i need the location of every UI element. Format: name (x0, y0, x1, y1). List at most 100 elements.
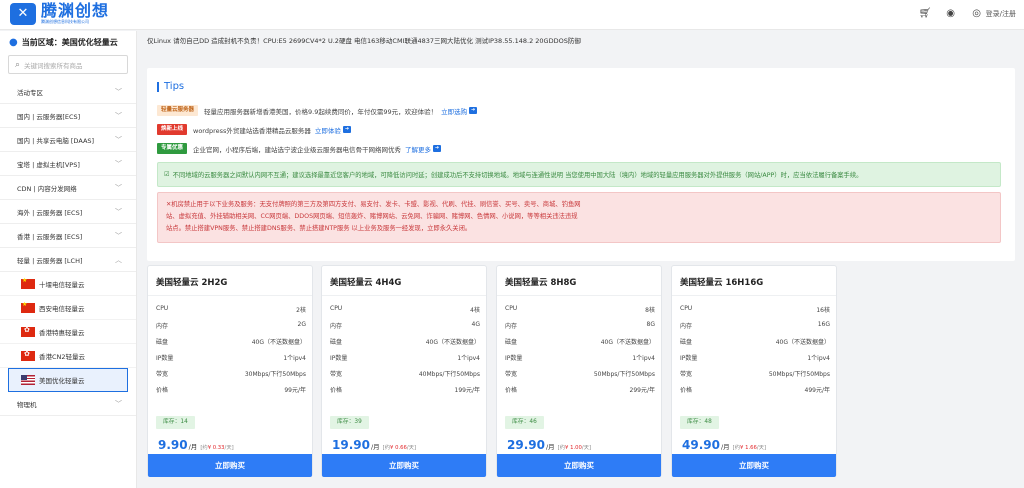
arrow-right-icon: ➜ (342, 126, 351, 133)
spec-label: IP数量 (680, 355, 698, 362)
sidebar-subitem[interactable]: 西安电信轻量云 (0, 296, 136, 320)
price: 9.90/月 [约¥ 0.33/天] (158, 438, 234, 452)
stock-badge: 库存：48 (680, 416, 719, 429)
per-day-prefix: [约 (200, 445, 208, 451)
per-day-value: ¥ 1.66 (740, 445, 757, 451)
sidebar-category[interactable]: 物理机 ﹀ (0, 392, 136, 416)
tip-link[interactable]: 立即选购 (441, 106, 467, 116)
sidebar-category[interactable]: 活动专区 ﹀ (0, 80, 136, 104)
spec-value: 8G (646, 321, 655, 328)
spec-row: 带宽 30Mbps/下行50Mbps (156, 369, 306, 378)
product-card: 美国轻量云 16H16G CPU 16核 内存 16G 磁盘 40G（不送数据盘） IP数量 1… (671, 265, 837, 477)
per-day-prefix: [约 (382, 445, 391, 451)
spec-label: IP数量 (330, 355, 348, 362)
sidebar-category-label: 海外 | 云服务器 [ECS] (17, 208, 83, 217)
per-day-suffix: /天] (406, 445, 417, 451)
sidebar-category[interactable]: 轻量 | 云服务器 [LCH] ︿ (0, 248, 136, 272)
sidebar: ● 当前区域：美国优化轻量云 ⌕ 关键词搜索所有商品 活动专区 ﹀ 国内 | 云服务… (0, 31, 137, 488)
tips-title: Tips (157, 82, 184, 92)
spec-row: 带宽 50Mbps/下行50Mbps (505, 369, 655, 378)
globe-icon[interactable]: ◉ (945, 8, 957, 20)
product-card: 美国轻量云 2H2G CPU 2核 内存 2G 磁盘 40G（不送数据盘） IP数量 1个ipv… (147, 265, 313, 477)
buy-button[interactable]: 立即购买 (322, 454, 486, 477)
logo[interactable]: ✕ 腾渊创想 腾渊创想信息科技有限公司 (10, 3, 109, 25)
tip-link[interactable]: 立即体验 (315, 125, 341, 135)
spec-row: 内存 8G (505, 321, 655, 330)
spec-label: 磁盘 (330, 339, 343, 346)
user-icon[interactable]: ◎ (971, 8, 983, 20)
spec-row: 价格 499元/年 (680, 385, 830, 394)
tip-tag: 焕新上线 (157, 124, 188, 135)
sidebar-category-label: 物理机 (17, 400, 37, 409)
spec-row: IP数量 1个ipv4 (505, 353, 655, 362)
sidebar-category[interactable]: 海外 | 云服务器 [ECS] ﹀ (0, 200, 136, 224)
sidebar-category[interactable]: 宝塔 | 虚拟主机[VPS] ﹀ (0, 152, 136, 176)
price-value: 29.90 (507, 438, 545, 452)
login-link[interactable]: 登录/注册 (986, 9, 1016, 19)
buy-button[interactable]: 立即购买 (497, 454, 661, 477)
sidebar-subitem[interactable]: 美国优化轻量云 (8, 368, 128, 392)
logo-icon: ✕ (10, 3, 36, 25)
divider (497, 295, 661, 296)
tip-item: 专属优惠 企业官网，小程序后端，建站选宁波企业级云服务器电信骨干网络网优秀 了解… (157, 143, 442, 154)
sidebar-subitem[interactable]: 香港CN2轻量云 (0, 344, 136, 368)
cart-icon[interactable]: 🛒︎ (919, 8, 932, 20)
top-bar: ✕ 腾渊创想 腾渊创想信息科技有限公司 🛒︎ ◉ ◎ 登录/注册 (0, 0, 1024, 30)
product-card: 美国轻量云 4H4G CPU 4核 内存 4G 磁盘 40G（不送数据盘） IP数量 1个ipv… (321, 265, 487, 477)
spec-value: 499元/年 (804, 387, 830, 394)
spec-value: 40G（不送数据盘） (600, 339, 655, 346)
buy-button[interactable]: 立即购买 (148, 454, 312, 477)
spec-row: 内存 2G (156, 321, 306, 330)
sidebar-subitem-label: 香港特惠轻量云 (39, 328, 85, 337)
product-title: 美国轻量云 16H16G (680, 278, 764, 288)
spec-label: 带宽 (680, 371, 693, 378)
search-input[interactable]: ⌕ 关键词搜索所有商品 (8, 55, 128, 74)
spec-label: 价格 (156, 387, 169, 394)
tip-link[interactable]: 了解更多 (405, 144, 431, 154)
spec-value: 50Mbps/下行50Mbps (768, 371, 830, 378)
per-day-value: ¥ 1.00 (565, 445, 582, 451)
sidebar-category[interactable]: 国内 | 云服务器[ECS] ﹀ (0, 104, 136, 128)
spec-label: 磁盘 (505, 339, 518, 346)
per-day-suffix: /天] (581, 445, 592, 451)
sidebar-category-label: CDN | 内容分发网络 (17, 184, 77, 193)
spec-label: 带宽 (156, 371, 169, 378)
spec-row: 磁盘 40G（不送数据盘） (156, 337, 306, 346)
spec-value: 2核 (296, 307, 306, 314)
chevron-down-icon: ﹀ (115, 135, 122, 144)
divider (672, 295, 836, 296)
flag-hk-icon (21, 326, 35, 337)
sidebar-category[interactable]: 国内 | 共享云电脑 [DAAS] ﹀ (0, 128, 136, 152)
spec-label: 磁盘 (680, 339, 693, 346)
stock-badge: 库存：46 (505, 416, 544, 429)
spec-value: 199元/年 (454, 387, 480, 394)
check-icon: ☑ (164, 171, 170, 178)
spec-row: 内存 16G (680, 321, 830, 330)
tip-tag: 专属优惠 (157, 143, 188, 154)
spec-value: 1个ipv4 (632, 355, 655, 362)
arrow-right-icon: ➜ (433, 145, 442, 152)
sidebar-subitem[interactable]: 十堰电信轻量云 (0, 272, 136, 296)
sidebar-subitem-label: 西安电信轻量云 (39, 304, 85, 313)
spec-label: 内存 (330, 323, 343, 330)
price-per-day: [约¥ 1.66/天] (733, 443, 766, 451)
stock-badge: 库存：39 (330, 416, 369, 429)
sidebar-subitem[interactable]: 香港特惠轻量云 (0, 320, 136, 344)
buy-button[interactable]: 立即购买 (672, 454, 836, 477)
per-day-value: ¥ 0.33 (207, 445, 225, 451)
per-day-prefix: [约 (732, 445, 741, 451)
spec-value: 16G (817, 321, 830, 328)
spec-row: 带宽 40Mbps/下行50Mbps (330, 369, 480, 378)
product-notice: 仅Linux 请勿自己DD 造成封机不负责！CPU:E5 2699CV4*2 U… (147, 37, 581, 45)
sidebar-category-label: 活动专区 (17, 88, 43, 97)
chevron-down-icon: ﹀ (115, 183, 122, 192)
sidebar-category[interactable]: CDN | 内容分发网络 ﹀ (0, 176, 136, 200)
search-placeholder: 关键词搜索所有商品 (24, 61, 83, 70)
sidebar-category[interactable]: 香港 | 云服务器 [ECS] ﹀ (0, 224, 136, 248)
price-per-day: [约¥ 1.00/天] (558, 443, 591, 451)
spec-label: 内存 (680, 323, 693, 330)
spec-row: IP数量 1个ipv4 (330, 353, 480, 362)
spec-value: 50Mbps/下行50Mbps (593, 371, 655, 378)
spec-label: 内存 (505, 323, 518, 330)
spec-label: CPU (156, 305, 169, 312)
